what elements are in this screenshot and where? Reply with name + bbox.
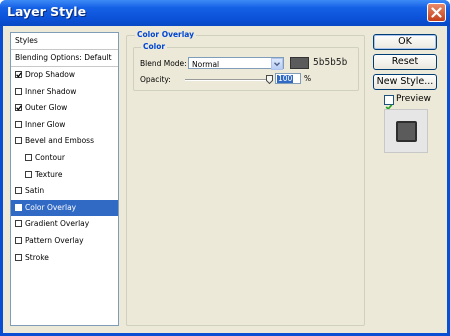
ok-button[interactable]: OK — [373, 34, 437, 50]
style-item-gradient-overlay[interactable]: Gradient Overlay — [11, 216, 118, 232]
opacity-input[interactable]: 100 — [275, 73, 301, 84]
style-item-label: Gradient Overlay — [25, 219, 90, 229]
close-icon — [431, 7, 442, 18]
styles-header-label: Styles — [15, 36, 38, 45]
style-preview — [384, 109, 428, 153]
color-subgroup-title: Color — [141, 42, 168, 51]
style-item-label: Color Overlay — [25, 202, 77, 212]
preview-checkbox[interactable] — [384, 95, 394, 111]
style-item-drop-shadow[interactable]: Drop Shadow — [11, 67, 118, 83]
style-item-label: Inner Shadow — [25, 86, 77, 96]
chevron-down-icon — [274, 62, 280, 67]
color-overlay-title: Color Overlay — [135, 30, 197, 39]
style-checkbox[interactable] — [25, 154, 32, 161]
style-item-label: Bevel and Emboss — [25, 136, 94, 146]
style-item-bevel-and-emboss[interactable]: Bevel and Emboss — [11, 133, 118, 149]
color-swatch[interactable] — [290, 57, 309, 69]
preview-swatch — [396, 121, 417, 142]
preview-label: Preview — [396, 94, 432, 104]
style-checkbox[interactable] — [15, 104, 22, 112]
layer-style-dialog: Layer Style Styles Blending Options: Def… — [0, 0, 450, 336]
style-item-color-overlay[interactable]: Color Overlay — [11, 199, 118, 216]
style-item-satin[interactable]: Satin — [11, 183, 118, 199]
styles-list: Styles Blending Options: Default Drop Sh… — [10, 32, 119, 326]
reset-button-label: Reset — [391, 56, 419, 67]
style-checkbox[interactable] — [15, 220, 22, 228]
dropdown-arrow[interactable] — [271, 58, 283, 70]
title-bar[interactable]: Layer Style — [0, 0, 450, 26]
style-checkbox[interactable] — [15, 120, 22, 128]
style-item-label: Satin — [25, 186, 45, 196]
close-button[interactable] — [427, 3, 446, 22]
window-title: Layer Style — [7, 4, 87, 19]
style-item-label: Stroke — [25, 252, 49, 262]
dialog-body: Styles Blending Options: Default Drop Sh… — [3, 26, 447, 333]
style-item-inner-glow[interactable]: Inner Glow — [11, 117, 118, 133]
style-checkbox[interactable] — [15, 253, 22, 261]
new-style-button[interactable]: New Style... — [373, 74, 437, 90]
checkmark-icon — [16, 105, 22, 111]
blend-mode-label: Blend Mode: — [140, 59, 187, 68]
style-item-inner-shadow[interactable]: Inner Shadow — [11, 84, 118, 100]
reset-button[interactable]: Reset — [373, 54, 437, 70]
style-item-texture[interactable]: Texture — [11, 167, 118, 183]
style-checkbox[interactable] — [15, 187, 22, 195]
style-checkbox[interactable] — [15, 237, 22, 244]
style-item-stroke[interactable]: Stroke — [11, 250, 118, 266]
blending-options-item[interactable]: Blending Options: Default — [11, 50, 118, 67]
style-checkbox[interactable] — [15, 203, 22, 211]
styles-header[interactable]: Styles — [11, 33, 118, 50]
opacity-unit: % — [304, 74, 312, 83]
style-item-label: Outer Glow — [25, 103, 68, 113]
blending-options-label: Blending Options: Default — [15, 53, 112, 62]
color-hex-value: 5b5b5b — [313, 57, 348, 68]
style-item-label: Texture — [35, 169, 63, 179]
style-checkbox[interactable] — [25, 170, 32, 178]
new-style-button-label: New Style... — [376, 76, 434, 87]
style-item-contour[interactable]: Contour — [11, 150, 118, 166]
style-item-label: Contour — [35, 153, 65, 162]
opacity-value: 100 — [277, 74, 294, 83]
blend-mode-value: Normal — [192, 60, 220, 69]
style-checkbox[interactable] — [15, 71, 22, 78]
ok-button-label: OK — [398, 36, 412, 47]
style-item-label: Drop Shadow — [25, 70, 76, 79]
opacity-slider-thumb[interactable] — [266, 75, 273, 84]
style-item-outer-glow[interactable]: Outer Glow — [11, 100, 118, 116]
opacity-label: Opacity: — [140, 75, 171, 84]
checkmark-icon — [16, 205, 22, 211]
opacity-slider-track[interactable] — [185, 79, 271, 81]
checkmark-icon — [16, 72, 22, 78]
style-item-label: Pattern Overlay — [25, 236, 84, 245]
blend-mode-select[interactable]: Normal — [188, 57, 284, 70]
color-subgroup — [133, 47, 359, 91]
style-item-label: Inner Glow — [25, 119, 66, 129]
style-item-pattern-overlay[interactable]: Pattern Overlay — [11, 233, 118, 249]
style-checkbox[interactable] — [15, 87, 22, 95]
style-checkbox[interactable] — [15, 137, 22, 145]
